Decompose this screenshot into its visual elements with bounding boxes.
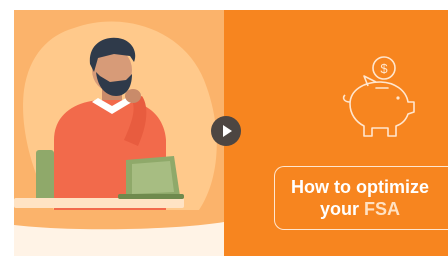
person-at-laptop-illustration bbox=[14, 21, 224, 256]
play-icon bbox=[223, 125, 232, 137]
piggy-bank-icon: $ bbox=[342, 56, 415, 137]
play-button[interactable] bbox=[211, 116, 241, 146]
title-line-1: How to optimize bbox=[291, 177, 429, 197]
video-title: How to optimize your FSA bbox=[270, 176, 448, 220]
title-line-2: your FSA bbox=[270, 198, 448, 220]
video-left-illustration bbox=[14, 10, 224, 256]
title-line-2-fsa: FSA bbox=[364, 199, 401, 219]
video-player[interactable]: $ How to optimize your FSA bbox=[14, 10, 448, 256]
title-line-2-your: your bbox=[319, 199, 359, 219]
svg-text:$: $ bbox=[380, 61, 388, 76]
